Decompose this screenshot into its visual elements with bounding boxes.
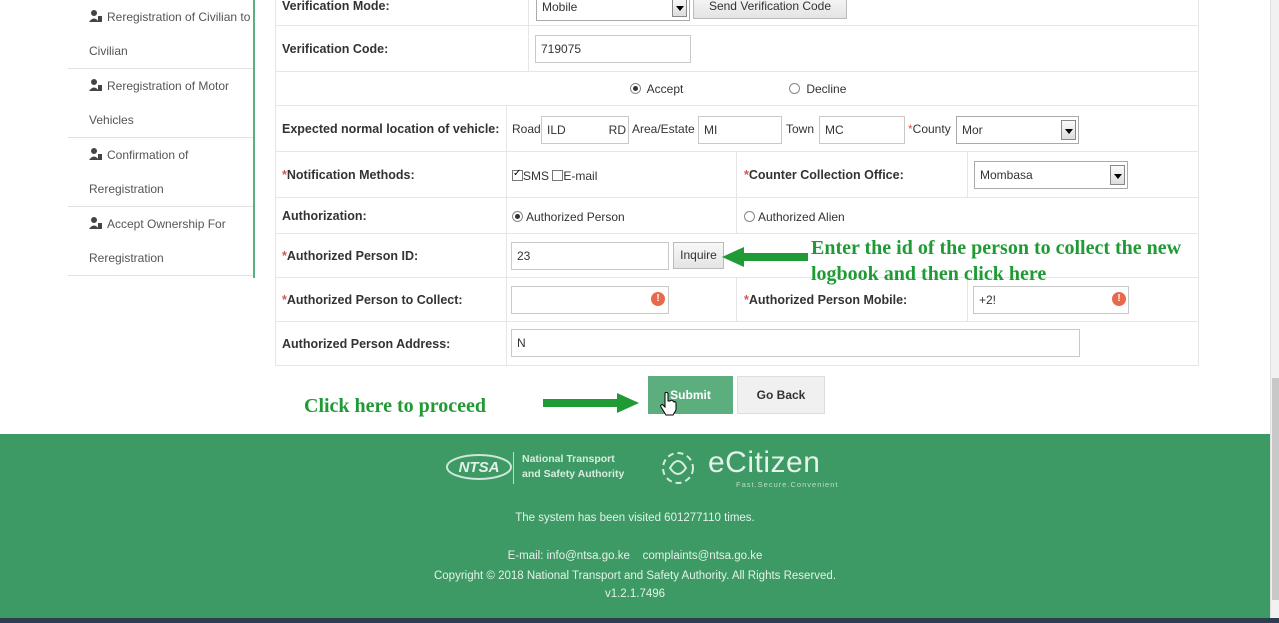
radio-selected-icon — [512, 211, 523, 222]
road-suffix: RD — [608, 123, 626, 137]
email-label: E-mail: — [507, 550, 544, 562]
sidebar-item-label: Reregistration of Motor — [107, 79, 230, 93]
decline-label: Decline — [806, 82, 847, 96]
sidebar-item-reregistration-motor[interactable]: Reregistration of Motor Vehicles — [68, 69, 253, 138]
sidebar-item-label: Confirmation of — [107, 148, 189, 162]
sidebar-item-label-cont: Reregistration — [89, 182, 164, 196]
estate-label: Area/Estate — [632, 122, 695, 136]
ntsa-logo: NTSA — [444, 450, 514, 484]
ntsa-logo-text: NTSA — [459, 459, 500, 476]
person-collect-row: * Authorized Person to Collect: ! * Author… — [275, 278, 1199, 322]
ecitizen-tagline: Fast.Secure.Convenient — [736, 480, 839, 489]
verification-code-field[interactable]: 719075 — [535, 35, 691, 63]
contact-emails: E-mail: info@ntsa.go.ke complaints@ntsa.… — [0, 550, 1270, 562]
county-label: *County — [908, 122, 951, 136]
chevron-down-icon — [1061, 120, 1076, 140]
consent-row: Accept Decline — [275, 72, 1199, 106]
collection-office-select[interactable]: Mombasa — [974, 161, 1128, 189]
ntsa-logo-icon: NTSA — [446, 454, 512, 480]
sidebar-item-label-cont: Civilian — [89, 44, 128, 58]
authorized-alien-radio[interactable]: Authorized Alien — [744, 210, 845, 224]
user-icon — [89, 208, 102, 229]
arrow-right-icon — [543, 393, 639, 413]
accept-radio[interactable]: Accept — [630, 82, 683, 96]
vehicle-location-label: Expected normal location of vehicle: — [276, 106, 507, 151]
collection-office-value: Mombasa — [980, 168, 1033, 182]
county-value: Mor — [962, 123, 983, 137]
user-icon — [89, 70, 102, 91]
notification-row: *Notification Methods: SMS E-mail *Count… — [275, 152, 1199, 198]
authorized-alien-label: Authorized Alien — [758, 210, 845, 224]
county-select[interactable]: Mor — [956, 116, 1079, 144]
person-id-field[interactable]: 23 — [511, 242, 669, 270]
person-address-label: Authorized Person Address: — [276, 322, 507, 365]
decline-radio[interactable]: Decline — [789, 82, 846, 96]
road-field[interactable]: ILD RD — [541, 116, 629, 144]
ecitizen-emblem-icon — [662, 452, 694, 484]
accept-label: Accept — [646, 82, 684, 96]
verification-code-row: Verification Code: 719075 — [275, 26, 1199, 72]
county-label-text: County — [912, 122, 951, 136]
os-taskbar — [0, 618, 1279, 623]
hand-cursor-icon — [660, 392, 677, 416]
person-mobile-field[interactable]: +2! — [973, 286, 1129, 314]
user-icon — [89, 139, 102, 160]
sidebar-item-label-cont: Vehicles — [89, 113, 134, 127]
sidebar-menu: Reregistration of Civilian to Civilian R… — [68, 0, 255, 278]
inquire-button[interactable]: Inquire — [673, 242, 724, 269]
person-address-field[interactable]: N — [511, 329, 1080, 357]
verification-code-label: Verification Code: — [276, 26, 529, 71]
person-address-row: Authorized Person Address: N — [275, 322, 1199, 366]
inquire-annotation-line1: Enter the id of the person to collect th… — [811, 237, 1182, 259]
estate-field[interactable]: MI — [698, 116, 782, 144]
proceed-annotation: Click here to proceed — [304, 395, 487, 417]
chevron-down-icon — [672, 0, 687, 17]
verification-mode-select[interactable]: Mobile — [536, 0, 690, 21]
road-label: Road — [512, 122, 541, 136]
radio-empty-icon — [789, 83, 800, 94]
inquire-annotation-line2: logbook and then click here — [811, 263, 1047, 285]
sidebar-item-label-cont: Reregistration — [89, 251, 164, 265]
verification-mode-row: Verification Mode: Mobile Send Verificat… — [275, 0, 1199, 26]
info-email-link[interactable]: info@ntsa.go.ke — [547, 550, 630, 562]
sidebar-item-accept-ownership[interactable]: Accept Ownership For Reregistration — [68, 207, 253, 276]
arrow-left-icon — [722, 247, 808, 267]
person-id-label-text: Authorized Person ID: — [286, 248, 419, 263]
send-verification-code-button[interactable]: Send Verification Code — [693, 0, 847, 19]
verification-mode-value: Mobile — [542, 0, 578, 14]
person-id-label: * Authorized Person ID: — [276, 234, 507, 277]
complaints-email-link[interactable]: complaints@ntsa.go.ke — [643, 550, 763, 562]
town-field[interactable]: MC — [819, 116, 905, 144]
ntsa-name-line2: and Safety Authority — [522, 468, 625, 480]
sidebar-item-confirmation[interactable]: Confirmation of Reregistration — [68, 138, 253, 207]
version-text: v1.2.1.7496 — [604, 588, 666, 600]
page-scrollbar[interactable] — [1270, 0, 1279, 623]
site-footer: NTSA National Transport and Safety Autho… — [0, 434, 1270, 623]
chevron-down-icon — [1110, 165, 1125, 185]
authorized-person-label: Authorized Person — [526, 210, 625, 224]
ecitizen-wordmark: eCitizen — [708, 446, 821, 479]
copyright-text: Copyright © 2018 National Transport and … — [433, 570, 837, 582]
authorization-row: Authorization: Authorized Person Authori… — [275, 198, 1199, 234]
sidebar-item-reregistration-civilian[interactable]: Reregistration of Civilian to Civilian — [68, 0, 253, 69]
warning-icon: ! — [1112, 292, 1126, 306]
ntsa-name-line1: National Transport — [522, 453, 615, 465]
sidebar-item-label: Accept Ownership For — [107, 217, 226, 231]
ntsa-name: National Transport and Safety Authority — [513, 452, 624, 484]
go-back-button[interactable]: Go Back — [737, 376, 825, 414]
radio-empty-icon — [744, 211, 755, 222]
authorized-person-radio[interactable]: Authorized Person — [512, 210, 625, 224]
town-label: Town — [786, 122, 815, 136]
scrollbar-thumb[interactable] — [1272, 378, 1279, 600]
verification-mode-label: Verification Mode: — [276, 0, 529, 25]
radio-selected-icon — [630, 83, 641, 94]
user-icon — [89, 1, 102, 22]
road-value: ILD — [547, 123, 566, 137]
visit-counter: The system has been visited 601277110 ti… — [515, 512, 755, 524]
sidebar-item-label: Reregistration of Civilian to — [107, 10, 251, 24]
vehicle-location-row: Expected normal location of vehicle: Roa… — [275, 106, 1199, 152]
